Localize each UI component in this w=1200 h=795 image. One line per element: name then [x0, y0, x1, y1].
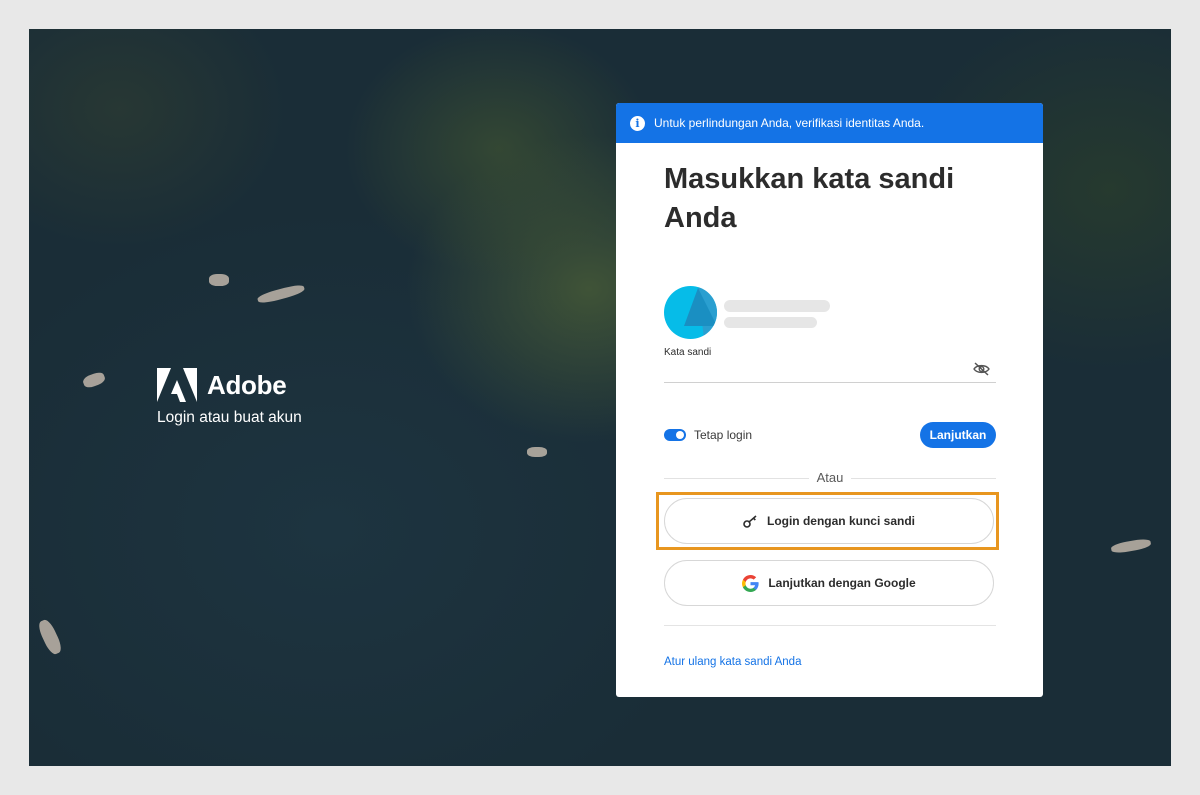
reset-password-link[interactable]: Atur ulang kata sandi Anda — [664, 656, 801, 668]
stay-signed-in-toggle[interactable] — [664, 429, 686, 441]
swimmer-figure — [527, 447, 547, 457]
account-name-redacted — [724, 300, 830, 312]
swimmer-figure — [1110, 537, 1152, 555]
passkey-login-label: Login dengan kunci sandi — [766, 514, 915, 528]
info-banner: i Untuk perlindungan Anda, verifikasi id… — [616, 103, 1043, 143]
password-underline — [664, 382, 996, 383]
swimmer-figure — [256, 282, 306, 306]
avatar — [664, 286, 717, 339]
adobe-brand: Adobe Login atau buat akun — [157, 368, 302, 427]
login-screen: Adobe Login atau buat akun i Untuk perli… — [29, 29, 1171, 766]
info-banner-text: Untuk perlindungan Anda, verifikasi iden… — [654, 116, 925, 130]
google-icon — [742, 574, 759, 592]
account-email-redacted — [724, 317, 817, 328]
adobe-logo-icon — [157, 368, 197, 402]
continue-button[interactable]: Lanjutkan — [920, 422, 996, 448]
login-card: i Untuk perlindungan Anda, verifikasi id… — [616, 103, 1043, 697]
key-icon — [743, 514, 757, 528]
page-title: Masukkan kata sandi Anda — [664, 163, 955, 234]
eye-slash-icon[interactable] — [973, 362, 990, 376]
stay-signed-in-label: Tetap login — [694, 428, 753, 442]
info-icon: i — [630, 115, 645, 131]
passkey-login-button[interactable]: Login dengan kunci sandi — [664, 498, 994, 544]
password-label: Kata sandi — [664, 347, 712, 358]
avatar-shape-icon — [684, 286, 717, 339]
or-divider: Atau — [664, 470, 996, 486]
stay-signed-in[interactable]: Tetap login — [664, 428, 752, 442]
google-login-button[interactable]: Lanjutkan dengan Google — [664, 560, 994, 606]
brand-name: Adobe — [207, 370, 287, 400]
password-field[interactable] — [664, 359, 964, 381]
swimmer-figure — [36, 617, 64, 657]
swimmer-figure — [209, 274, 229, 286]
swimmer-figure — [81, 370, 107, 390]
or-label: Atau — [816, 470, 844, 485]
bottom-divider — [664, 625, 996, 626]
google-login-label: Lanjutkan dengan Google — [768, 576, 916, 590]
brand-tagline: Login atau buat akun — [157, 409, 302, 426]
